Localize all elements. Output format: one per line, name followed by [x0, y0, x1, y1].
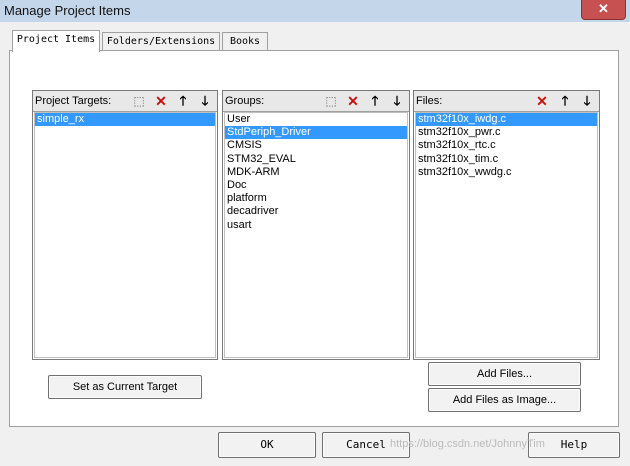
add-files-as-image-button[interactable]: Add Files as Image... [428, 388, 581, 412]
set-current-target-button[interactable]: Set as Current Target [48, 375, 202, 399]
close-button[interactable]: ✕ [581, 0, 626, 20]
list-item[interactable]: stm32f10x_pwr.c [416, 126, 597, 139]
new-item-icon[interactable]: ⬚ [130, 92, 148, 110]
window-title: Manage Project Items [4, 3, 131, 18]
list-item[interactable]: stm32f10x_rtc.c [416, 139, 597, 152]
list-item[interactable]: stm32f10x_tim.c [416, 153, 597, 166]
list-item[interactable]: User [225, 113, 407, 126]
list-item[interactable]: decadriver [225, 205, 407, 218]
project-targets-header: Project Targets: ⬚ ✕ 🡑 🡓 [33, 91, 217, 112]
tab-project-items[interactable]: Project Items [12, 30, 100, 52]
files-label: Files: [416, 95, 443, 107]
files-items: stm32f10x_iwdg.c stm32f10x_pwr.c stm32f1… [415, 112, 598, 358]
groups-label: Groups: [225, 95, 265, 107]
list-item[interactable]: Doc [225, 179, 407, 192]
move-up-icon[interactable]: 🡑 [556, 92, 574, 110]
tab-folders-extensions[interactable]: Folders/Extensions [102, 32, 220, 51]
move-up-icon[interactable]: 🡑 [366, 92, 384, 110]
move-down-icon[interactable]: 🡓 [196, 92, 214, 110]
ok-button[interactable]: OK [218, 432, 316, 458]
groups-list[interactable]: Groups: ⬚ ✕ 🡑 🡓 User StdPeriph_Driver CM… [222, 90, 410, 360]
delete-icon[interactable]: ✕ [344, 92, 362, 110]
list-item[interactable]: simple_rx [35, 113, 215, 127]
groups-items: User StdPeriph_Driver CMSIS STM32_EVAL M… [224, 112, 408, 358]
list-item[interactable]: STM32_EVAL [225, 153, 407, 166]
groups-header: Groups: ⬚ ✕ 🡑 🡓 [223, 91, 409, 112]
list-item[interactable]: platform [225, 192, 407, 205]
list-item[interactable]: stm32f10x_wwdg.c [416, 166, 597, 179]
list-item[interactable]: MDK-ARM [225, 166, 407, 179]
list-item[interactable]: CMSIS [225, 139, 407, 152]
add-files-button[interactable]: Add Files... [428, 362, 581, 386]
new-item-icon[interactable]: ⬚ [322, 92, 340, 110]
list-item[interactable]: StdPeriph_Driver [225, 126, 407, 140]
files-list[interactable]: Files: ✕ 🡑 🡓 stm32f10x_iwdg.c stm32f10x_… [413, 90, 600, 360]
move-up-icon[interactable]: 🡑 [174, 92, 192, 110]
delete-icon[interactable]: ✕ [152, 92, 170, 110]
move-down-icon[interactable]: 🡓 [578, 92, 596, 110]
delete-icon[interactable]: ✕ [533, 92, 551, 110]
title-bar: Manage Project Items ✕ [0, 0, 630, 22]
watermark: https://blog.csdn.net/JohnnyTim [390, 438, 545, 450]
tab-books[interactable]: Books [222, 32, 268, 51]
list-item[interactable]: usart [225, 219, 407, 232]
project-targets-list[interactable]: Project Targets: ⬚ ✕ 🡑 🡓 simple_rx [32, 90, 218, 360]
project-targets-label: Project Targets: [35, 95, 112, 107]
list-item[interactable]: stm32f10x_iwdg.c [416, 113, 597, 127]
project-targets-items: simple_rx [34, 112, 216, 358]
move-down-icon[interactable]: 🡓 [388, 92, 406, 110]
files-header: Files: ✕ 🡑 🡓 [414, 91, 599, 112]
